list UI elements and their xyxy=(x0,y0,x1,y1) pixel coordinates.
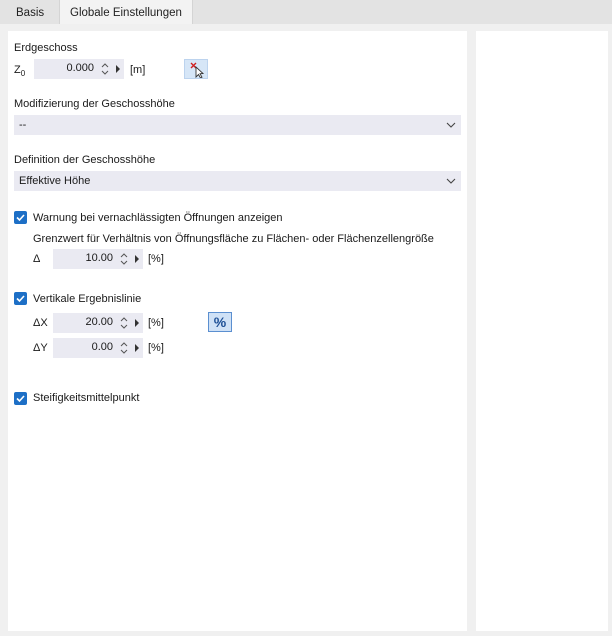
z0-value[interactable]: 0.000 xyxy=(66,62,94,74)
steifigkeit-label[interactable]: Steifigkeitsmittelpunkt xyxy=(33,392,139,404)
delta-unit: [%] xyxy=(148,253,164,265)
dy-spinbox[interactable]: 0.00 xyxy=(53,338,143,358)
delta-label: Δ xyxy=(33,253,41,265)
warnung-checkbox[interactable] xyxy=(14,211,27,224)
pick-cursor-button[interactable] xyxy=(184,59,208,79)
spin-updown-icon[interactable] xyxy=(119,315,129,331)
delta-spinbox[interactable]: 10.00 xyxy=(53,249,143,269)
delta-value[interactable]: 10.00 xyxy=(85,252,113,264)
definition-heading: Definition der Geschosshöhe xyxy=(14,154,156,166)
dy-value[interactable]: 0.00 xyxy=(92,341,113,353)
dy-label: ΔY xyxy=(33,342,48,354)
checkmark-icon xyxy=(16,214,25,222)
modifizierung-heading: Modifizierung der Geschosshöhe xyxy=(14,98,175,110)
modifizierung-select[interactable]: -- xyxy=(14,115,461,135)
dx-value[interactable]: 20.00 xyxy=(85,316,113,328)
percent-toggle-button[interactable]: % xyxy=(208,312,232,332)
modifizierung-selected: -- xyxy=(19,119,27,131)
z0-label-letter: Z xyxy=(14,64,21,76)
warnung-label[interactable]: Warnung bei vernachlässigten Öffnungen a… xyxy=(33,212,283,224)
z0-label-subscript: 0 xyxy=(20,69,26,79)
erdgeschoss-heading: Erdgeschoss xyxy=(14,42,78,54)
grenzwert-text: Grenzwert für Verhältnis von Öffnungsflä… xyxy=(33,233,434,245)
tab-bar: Basis Globale Einstellungen xyxy=(0,0,612,24)
checkmark-icon xyxy=(16,395,25,403)
z0-label: Z0 xyxy=(14,64,25,78)
vertikale-checkbox[interactable] xyxy=(14,292,27,305)
spin-updown-icon[interactable] xyxy=(100,61,110,77)
spin-arrow-right-icon[interactable] xyxy=(133,343,141,353)
spin-arrow-right-icon[interactable] xyxy=(133,254,141,264)
dy-unit: [%] xyxy=(148,342,164,354)
definition-selected: Effektive Höhe xyxy=(19,175,91,187)
definition-select[interactable]: Effektive Höhe xyxy=(14,171,461,191)
chevron-down-icon[interactable] xyxy=(446,120,456,130)
dx-unit: [%] xyxy=(148,317,164,329)
tab-globale-einstellungen[interactable]: Globale Einstellungen xyxy=(59,0,193,24)
z0-spinbox[interactable]: 0.000 xyxy=(34,59,124,79)
spin-arrow-right-icon[interactable] xyxy=(114,64,122,74)
preview-panel xyxy=(476,31,608,631)
spin-arrow-right-icon[interactable] xyxy=(133,318,141,328)
percent-icon: % xyxy=(213,314,227,330)
dx-spinbox[interactable]: 20.00 xyxy=(53,313,143,333)
spin-updown-icon[interactable] xyxy=(119,251,129,267)
z0-unit: [m] xyxy=(130,64,146,76)
tab-basis[interactable]: Basis xyxy=(6,0,54,24)
steifigkeit-checkbox[interactable] xyxy=(14,392,27,405)
settings-panel: Erdgeschoss Z0 0.000 [m] Modifizierung d… xyxy=(8,31,467,631)
dx-label: ΔX xyxy=(33,317,48,329)
spin-updown-icon[interactable] xyxy=(119,340,129,356)
vertikale-label[interactable]: Vertikale Ergebnislinie xyxy=(33,293,141,305)
pick-cursor-icon xyxy=(188,61,205,81)
chevron-down-icon[interactable] xyxy=(446,176,456,186)
checkmark-icon xyxy=(16,295,25,303)
